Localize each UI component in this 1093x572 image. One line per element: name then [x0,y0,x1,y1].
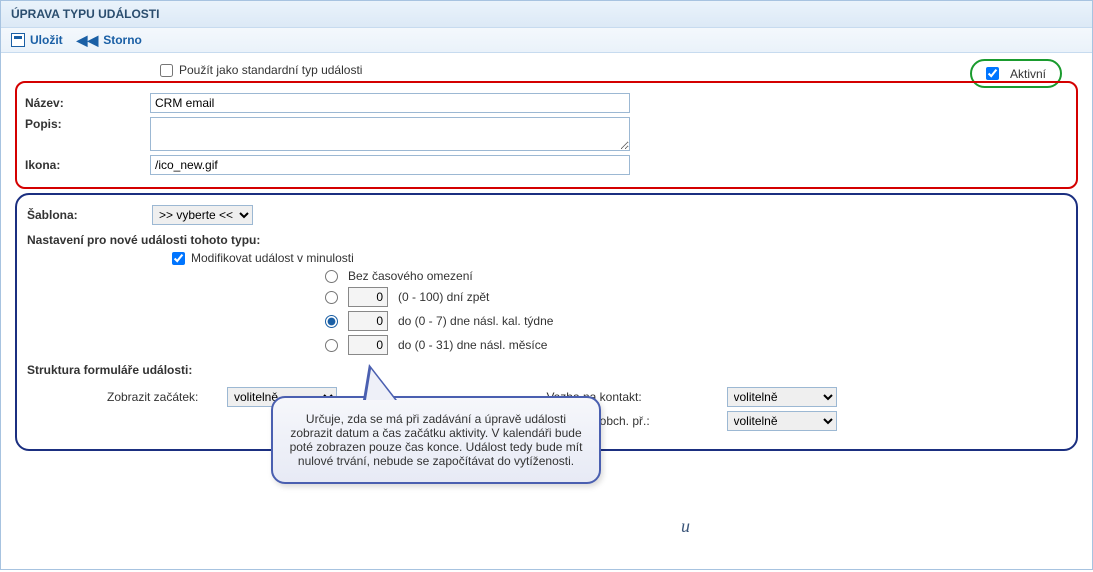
contact-select[interactable]: volitelně [727,387,837,407]
desc-label: Popis: [25,117,150,131]
save-icon [11,33,25,47]
icon-label: Ikona: [25,158,150,172]
name-input[interactable] [150,93,630,113]
save-label: Uložit [30,33,63,47]
template-label: Šablona: [27,208,152,222]
tooltip-text: Určuje, zda se má při zadávání a úpravě … [290,412,583,468]
opt-week-radio[interactable] [325,315,338,328]
show-start-label: Zobrazit začátek: [27,390,227,404]
opt-days-radio[interactable] [325,291,338,304]
opt-none-label: Bez časového omezení [348,269,473,283]
toolbar: Uložit ◀◀ Storno [1,28,1092,53]
opt-days-value[interactable] [348,287,388,307]
template-select[interactable]: >> vyberte << [152,205,253,225]
settings-title: Nastavení pro nové události tohoto typu: [27,233,1066,247]
desc-textarea[interactable] [150,117,630,151]
name-label: Název: [25,96,150,110]
save-button[interactable]: Uložit [11,33,63,47]
icon-input[interactable] [150,155,630,175]
structure-title: Struktura formuláře události: [27,363,1066,377]
deal-select[interactable]: volitelně [727,411,837,431]
modify-past-label: Modifikovat událost v minulosti [191,251,354,265]
opt-month-value[interactable] [348,335,388,355]
modify-past-checkbox[interactable] [172,252,185,265]
main-fields-group: Název: Popis: Ikona: [15,81,1078,189]
cancel-button[interactable]: ◀◀ Storno [77,33,142,47]
cancel-label: Storno [103,33,142,47]
use-standard-checkbox[interactable] [160,64,173,77]
use-standard-label: Použít jako standardní typ události [179,63,362,77]
opt-days-label: (0 - 100) dní zpět [398,290,489,304]
page-title: ÚPRAVA TYPU UDÁLOSTI [1,1,1092,28]
opt-week-value[interactable] [348,311,388,331]
back-icon: ◀◀ [77,33,99,47]
opt-month-radio[interactable] [325,339,338,352]
opt-none-radio[interactable] [325,270,338,283]
stray-mark: u [681,516,690,537]
opt-month-label: do (0 - 31) dne násl. měsíce [398,338,547,352]
tooltip-callout: Určuje, zda se má při zadávání a úpravě … [271,396,601,484]
opt-week-label: do (0 - 7) dne násl. kal. týdne [398,314,553,328]
